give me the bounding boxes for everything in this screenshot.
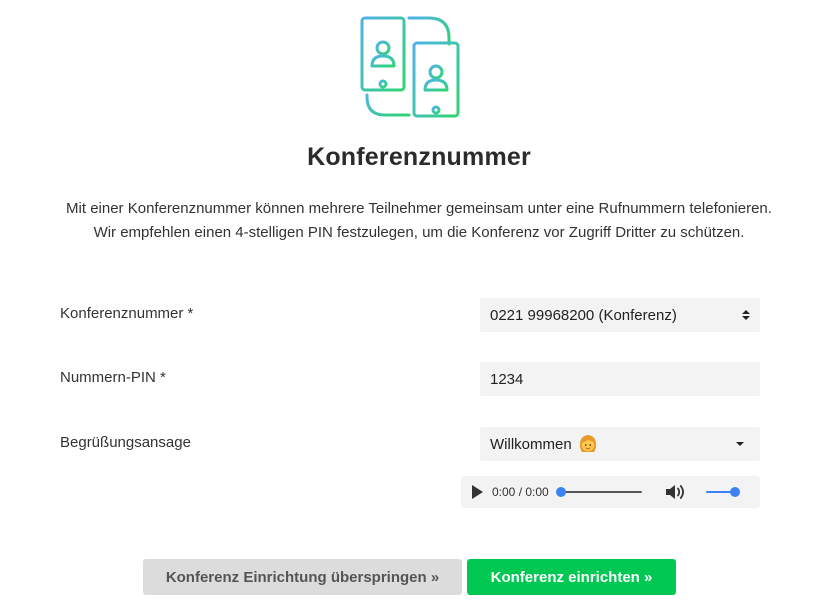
- play-icon[interactable]: [472, 485, 483, 499]
- page-title: Konferenznummer: [307, 143, 531, 171]
- volume-slider[interactable]: [705, 487, 740, 497]
- chevron-down-icon: [736, 442, 744, 446]
- greeting-select[interactable]: Willkommen: [480, 427, 760, 461]
- pin-input[interactable]: [490, 370, 750, 388]
- volume-icon[interactable]: [664, 483, 686, 501]
- woman-emoji-icon: [579, 435, 596, 452]
- conference-number-value: 0221 99968200 (Konferenz): [490, 306, 677, 324]
- pin-label: Nummern-PIN *: [60, 369, 166, 386]
- audio-seek-slider[interactable]: [555, 487, 642, 497]
- pin-field-wrapper: [480, 362, 760, 396]
- seek-thumb[interactable]: [555, 487, 566, 497]
- two-phones-contact-icon: [360, 16, 460, 118]
- description-line-1: Mit einer Konferenznummer können mehrere…: [66, 200, 772, 217]
- setup-conference-button[interactable]: Konferenz einrichten »: [467, 559, 676, 595]
- conference-number-label: Konferenznummer *: [60, 305, 194, 322]
- audio-player: 0:00 / 0:00: [461, 476, 760, 508]
- greeting-label: Begrüßungsansage: [60, 434, 191, 451]
- skip-conference-setup-button[interactable]: Konferenz Einrichtung überspringen »: [143, 559, 462, 595]
- volume-thumb[interactable]: [729, 487, 740, 497]
- greeting-value: Willkommen: [490, 435, 572, 453]
- page-description: Mit einer Konferenznummer können mehrere…: [0, 197, 838, 245]
- select-arrows-icon: [742, 310, 750, 320]
- conference-number-select[interactable]: 0221 99968200 (Konferenz): [480, 298, 760, 332]
- greeting-selected: Willkommen: [490, 433, 599, 455]
- audio-time: 0:00 / 0:00: [492, 485, 549, 499]
- description-line-2: Wir empfehlen einen 4-stelligen PIN fest…: [93, 224, 745, 241]
- seek-track: [557, 491, 642, 493]
